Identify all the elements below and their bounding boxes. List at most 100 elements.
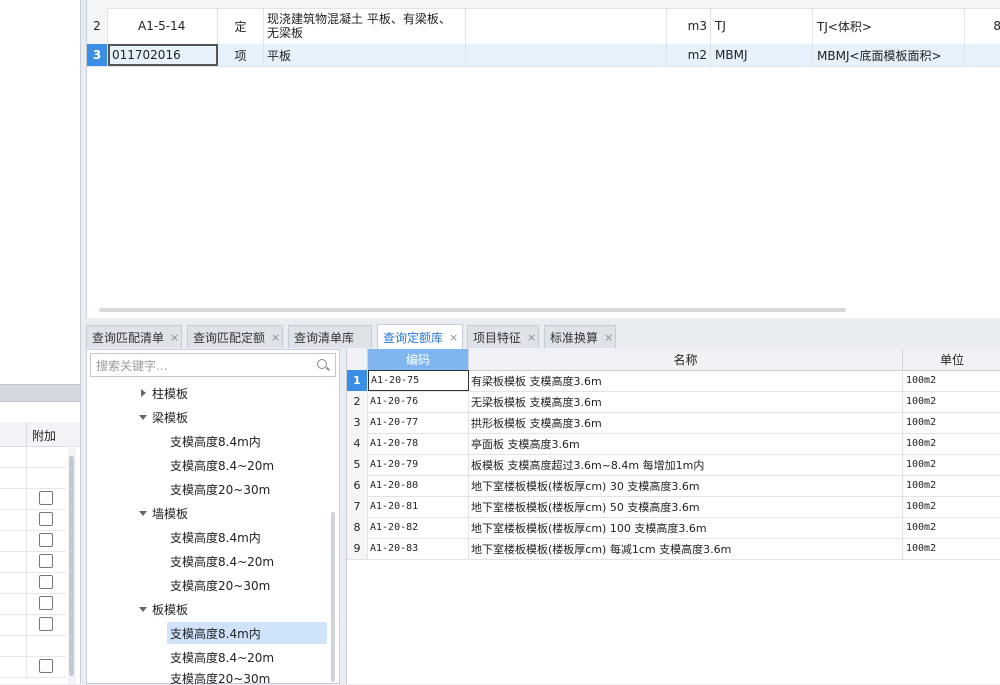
- table-row[interactable]: 2 A1-5-14 定 现浇建筑物混凝土 平板、有梁板、无梁板 m3 TJ TJ…: [87, 8, 1000, 45]
- chevron-right-icon[interactable]: [141, 389, 146, 397]
- row-name[interactable]: 地下室楼板模板(楼板厚cm) 50 支模高度3.6m: [469, 496, 903, 517]
- row-code[interactable]: A1-20-81: [368, 496, 469, 517]
- tree-node[interactable]: 柱模板: [141, 382, 188, 404]
- table-row[interactable]: 9 A1-20-83 地下室楼板模板(楼板厚cm) 每减1cm 支模高度3.6m 10…: [347, 538, 1000, 560]
- row-unit[interactable]: 100m2: [903, 538, 1000, 559]
- row-type[interactable]: 定: [218, 8, 264, 44]
- row-code[interactable]: A1-20-75: [368, 370, 469, 391]
- search-input[interactable]: [94, 357, 313, 375]
- tree-node[interactable]: 支模高度8.4~20m: [170, 646, 274, 668]
- tree-node-selected[interactable]: 支模高度8.4m内: [167, 622, 327, 644]
- extra-checkbox[interactable]: [39, 575, 53, 589]
- row-unit[interactable]: 100m2: [903, 475, 1000, 496]
- row-spec[interactable]: [466, 44, 667, 66]
- row-code[interactable]: A1-20-76: [368, 391, 469, 412]
- tab-item-features[interactable]: 项目特征 ×: [467, 325, 539, 348]
- row-code[interactable]: A1-20-78: [368, 433, 469, 454]
- tree-node[interactable]: 支模高度20~30m: [170, 478, 270, 500]
- row-name[interactable]: 平板: [264, 44, 466, 66]
- tree-node[interactable]: 支模高度20~30m: [170, 670, 270, 685]
- row-unit[interactable]: 100m2: [903, 454, 1000, 475]
- tab-match-bill[interactable]: 查询匹配清单 ×: [86, 325, 182, 348]
- row-spec[interactable]: [466, 8, 667, 44]
- row-extra[interactable]: [965, 44, 1000, 66]
- row-code[interactable]: A1-20-79: [368, 454, 469, 475]
- table-row[interactable]: 6 A1-20-80 地下室楼板模板(楼板厚cm) 30 支模高度3.6m 100m2: [347, 475, 1000, 497]
- row-name[interactable]: 板模板 支模高度超过3.6m~8.4m 每增加1m内: [469, 454, 903, 475]
- tree-node[interactable]: 支模高度8.4~20m: [170, 454, 274, 476]
- table-row[interactable]: 3 011702016 项 平板 m2 MBMJ MBMJ<底面模板面积>: [87, 44, 1000, 67]
- table-row[interactable]: 2 A1-20-76 无梁板模板 支模高度3.6m 100m2: [347, 391, 1000, 413]
- row-name[interactable]: 亭面板 支模高度3.6m: [469, 433, 903, 454]
- chevron-down-icon[interactable]: [139, 510, 147, 516]
- search-icon[interactable]: [317, 359, 327, 369]
- extra-checkbox[interactable]: [39, 659, 53, 673]
- table-row[interactable]: 8 A1-20-82 地下室楼板模板(楼板厚cm) 100 支模高度3.6m 100m…: [347, 517, 1000, 539]
- row-unit[interactable]: 100m2: [903, 517, 1000, 538]
- extra-checkbox[interactable]: [39, 554, 53, 568]
- header-name[interactable]: 名称: [469, 349, 903, 370]
- header-code[interactable]: 编码: [368, 349, 469, 370]
- tree-scrollbar[interactable]: [331, 512, 335, 682]
- chevron-down-icon[interactable]: [139, 606, 147, 612]
- row-unit[interactable]: 100m2: [903, 496, 1000, 517]
- chevron-down-icon[interactable]: [139, 414, 147, 420]
- left-panel-scrollbar[interactable]: [68, 446, 76, 684]
- row-unit[interactable]: 100m2: [903, 370, 1000, 391]
- extra-checkbox[interactable]: [39, 533, 53, 547]
- extra-checkbox[interactable]: [39, 596, 53, 610]
- row-code[interactable]: A1-20-83: [368, 538, 469, 559]
- bill-grid-scrollbar[interactable]: [99, 308, 846, 312]
- table-row[interactable]: 1 A1-20-75 有梁板模板 支模高度3.6m 100m2: [347, 370, 1000, 392]
- row-expr[interactable]: MBMJ: [711, 44, 813, 66]
- row-unit[interactable]: 100m2: [903, 391, 1000, 412]
- row-code[interactable]: A1-20-82: [368, 517, 469, 538]
- tree-node[interactable]: 墙模板: [139, 502, 188, 524]
- quota-table: 编码 名称 单位 1 A1-20-75 有梁板模板 支模高度3.6m 100m2 2 A1…: [346, 349, 1000, 684]
- close-icon[interactable]: ×: [449, 331, 458, 344]
- row-type[interactable]: 项: [218, 44, 264, 66]
- table-row[interactable]: 5 A1-20-79 板模板 支模高度超过3.6m~8.4m 每增加1m内 100m2: [347, 454, 1000, 476]
- row-unit[interactable]: 100m2: [903, 433, 1000, 454]
- row-code[interactable]: 011702016: [108, 44, 218, 66]
- tree-node[interactable]: 支模高度8.4m内: [170, 526, 261, 548]
- tab-quota-library[interactable]: 查询定额库 ×: [377, 324, 463, 349]
- tree-node[interactable]: 梁模板: [139, 406, 188, 428]
- tree-node[interactable]: 支模高度8.4~20m: [170, 550, 274, 572]
- row-expr-desc[interactable]: TJ<体积>: [813, 8, 965, 44]
- row-name[interactable]: 拱形板模板 支模高度3.6m: [469, 412, 903, 433]
- row-expr[interactable]: TJ: [711, 8, 813, 44]
- row-name[interactable]: 有梁板模板 支模高度3.6m: [469, 370, 903, 391]
- row-extra[interactable]: 8: [965, 8, 1000, 44]
- row-name[interactable]: 地下室楼板模板(楼板厚cm) 30 支模高度3.6m: [469, 475, 903, 496]
- table-row[interactable]: 7 A1-20-81 地下室楼板模板(楼板厚cm) 50 支模高度3.6m 100m2: [347, 496, 1000, 518]
- tree-node[interactable]: 支模高度8.4m内: [170, 430, 261, 452]
- extra-checkbox[interactable]: [39, 617, 53, 631]
- tab-bill-library[interactable]: 查询清单库: [288, 325, 372, 348]
- row-code[interactable]: A1-20-80: [368, 475, 469, 496]
- row-unit[interactable]: m3: [667, 8, 711, 44]
- table-row[interactable]: 4 A1-20-78 亭面板 支模高度3.6m 100m2: [347, 433, 1000, 455]
- table-row: [0, 572, 66, 594]
- tab-match-quota[interactable]: 查询匹配定额 ×: [187, 325, 283, 348]
- tree-node[interactable]: 板模板: [139, 598, 188, 620]
- table-row[interactable]: 3 A1-20-77 拱形板模板 支模高度3.6m 100m2: [347, 412, 1000, 434]
- tab-standard-conversion[interactable]: 标准换算 ×: [544, 325, 616, 348]
- extra-checkbox[interactable]: [39, 491, 53, 505]
- row-name[interactable]: 无梁板模板 支模高度3.6m: [469, 391, 903, 412]
- header-unit[interactable]: 单位: [903, 349, 1000, 370]
- row-name[interactable]: 地下室楼板模板(楼板厚cm) 每减1cm 支模高度3.6m: [469, 538, 903, 559]
- row-name[interactable]: 现浇建筑物混凝土 平板、有梁板、无梁板: [264, 8, 466, 44]
- row-name[interactable]: 地下室楼板模板(楼板厚cm) 100 支模高度3.6m: [469, 517, 903, 538]
- row-expr-desc[interactable]: MBMJ<底面模板面积>: [813, 44, 965, 66]
- row-code[interactable]: A1-5-14: [108, 8, 218, 44]
- row-unit[interactable]: m2: [667, 44, 711, 66]
- close-icon[interactable]: ×: [271, 331, 280, 344]
- extra-checkbox[interactable]: [39, 512, 53, 526]
- close-icon[interactable]: ×: [604, 331, 613, 344]
- close-icon[interactable]: ×: [527, 331, 536, 344]
- row-unit[interactable]: 100m2: [903, 412, 1000, 433]
- row-code[interactable]: A1-20-77: [368, 412, 469, 433]
- tree-node[interactable]: 支模高度20~30m: [170, 574, 270, 596]
- close-icon[interactable]: ×: [170, 331, 179, 344]
